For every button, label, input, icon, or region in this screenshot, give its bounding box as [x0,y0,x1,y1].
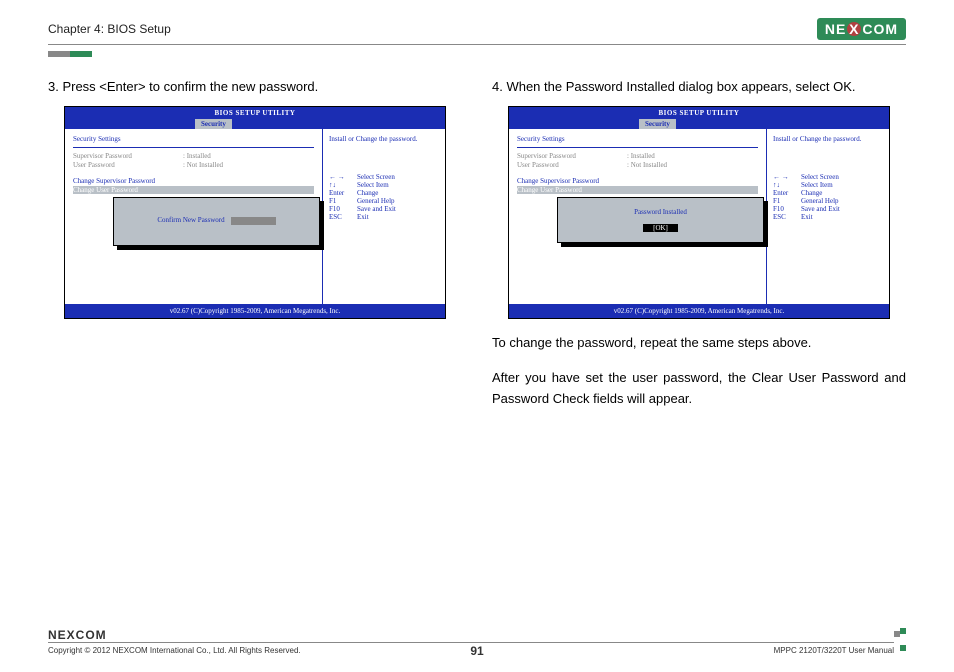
copyright-text: Copyright © 2012 NEXCOM International Co… [48,646,301,655]
manual-name: MPPC 2120T/3220T User Manual [774,646,894,655]
row-user-password: User Password: Not Installed [517,161,758,169]
dialog-label: Password Installed [568,208,753,216]
header-tab-strip [48,44,906,50]
help-list: ← →Select Screen ↑↓Select Item EnterChan… [773,173,883,221]
hint-text: Install or Change the password. [329,135,439,143]
change-user-password-selected: Change User Password [73,186,314,194]
logo-x-icon: X [847,22,861,36]
section-heading: Security Settings [73,135,314,148]
change-user-password-selected: Change User Password [517,186,758,194]
bios-footer: v02.67 (C)Copyright 1985-2009, American … [65,304,445,318]
bios-title: BIOS SETUP UTILITY [509,107,889,119]
ok-button[interactable]: [OK] [643,224,678,232]
row-supervisor-password: Supervisor Password: Installed [73,152,314,160]
footer-logo: NEXCOM [48,628,906,642]
change-supervisor-password: Change Supervisor Password [517,177,758,185]
bios-tab-security: Security [639,119,676,129]
bios-screenshot-right: BIOS SETUP UTILITY Security Security Set… [508,106,890,319]
bios-title: BIOS SETUP UTILITY [65,107,445,119]
password-input-placeholder [231,217,276,225]
post-paragraph-1: To change the password, repeat the same … [492,333,906,354]
page-number: 91 [470,644,483,658]
bios-screenshot-left: BIOS SETUP UTILITY Security Security Set… [64,106,446,319]
chapter-title: Chapter 4: BIOS Setup [48,22,171,36]
password-installed-dialog: Password Installed [OK] [557,197,764,243]
help-list: ← →Select Screen ↑↓Select Item EnterChan… [329,173,439,221]
row-user-password: User Password: Not Installed [73,161,314,169]
confirm-password-dialog: Confirm New Password [113,197,320,245]
bios-tab-security: Security [195,119,232,129]
bios-footer: v02.67 (C)Copyright 1985-2009, American … [509,304,889,318]
post-paragraph-2: After you have set the user password, th… [492,368,906,410]
change-supervisor-password: Change Supervisor Password [73,177,314,185]
nexcom-logo: NEXCOM [817,18,906,40]
section-heading: Security Settings [517,135,758,148]
step-4-text: 4. When the Password Installed dialog bo… [492,78,906,96]
hint-text: Install or Change the password. [773,135,883,143]
step-3-text: 3. Press <Enter> to confirm the new pass… [48,78,462,96]
dialog-label: Confirm New Password [157,216,224,224]
row-supervisor-password: Supervisor Password: Installed [517,152,758,160]
